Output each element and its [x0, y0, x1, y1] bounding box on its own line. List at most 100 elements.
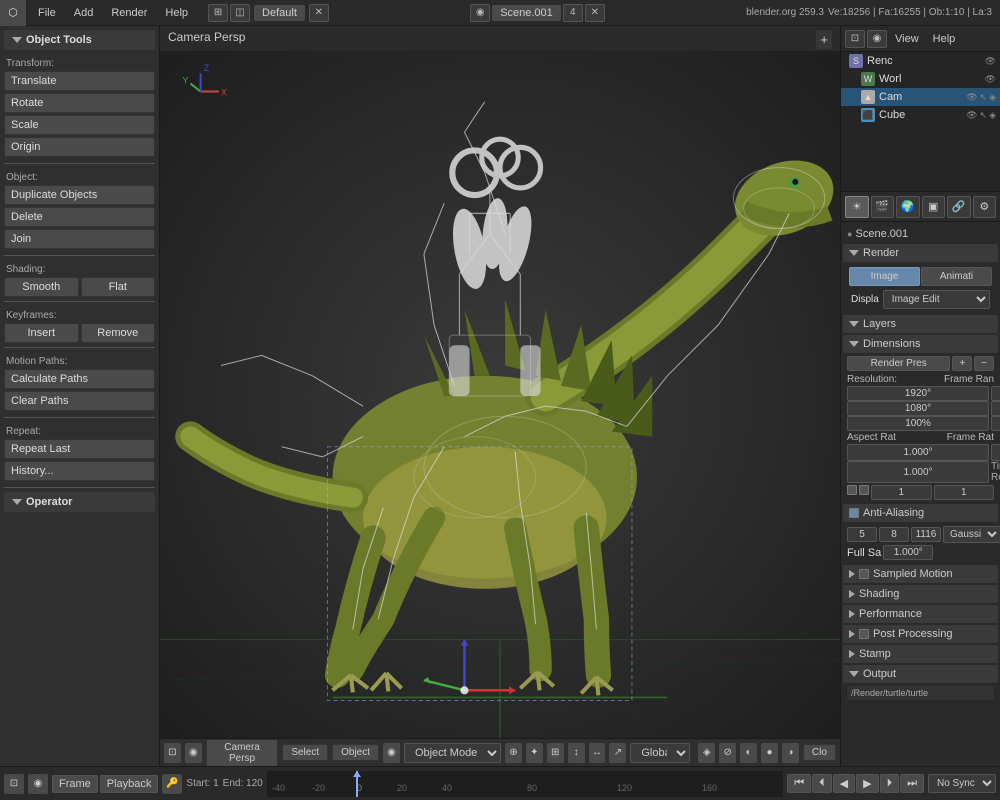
anti-aliasing-header[interactable]: Anti-Aliasing	[843, 504, 998, 522]
add-preset-button[interactable]: +	[952, 356, 972, 371]
timeline-icon2[interactable]: ◉	[28, 774, 48, 794]
outliner-item-cam[interactable]: ▲ Cam 👁 ↖ ◈	[841, 88, 1000, 106]
menu-add[interactable]: Add	[66, 5, 102, 21]
clear-paths-button[interactable]: Clear Paths	[4, 391, 155, 411]
frame-count[interactable]: 4	[563, 4, 583, 22]
next-frame-button[interactable]: ⏵	[880, 774, 900, 793]
view-menu-button[interactable]: Camera Persp	[206, 739, 279, 767]
manip2-icon[interactable]: ↔	[589, 743, 606, 763]
checkbox2[interactable]	[859, 485, 869, 495]
viewport-icon1[interactable]: ⊡	[164, 743, 181, 763]
manip3-icon[interactable]: ↗	[609, 743, 626, 763]
eye-icon2[interactable]: 👁	[985, 74, 996, 85]
delete-button[interactable]: Delete	[4, 207, 155, 227]
eye-icon[interactable]: 👁	[985, 56, 996, 67]
shading-props-header[interactable]: Shading	[843, 585, 998, 603]
right-help-label[interactable]: Help	[927, 31, 962, 47]
render-preset-button[interactable]: Render Pres	[847, 356, 950, 371]
join-button[interactable]: Join	[4, 229, 155, 249]
manip-icon[interactable]: ↕	[568, 743, 585, 763]
repeat-last-button[interactable]: Repeat Last	[4, 439, 155, 459]
res-pct-input[interactable]	[847, 416, 989, 431]
duplicate-button[interactable]: Duplicate Objects	[4, 185, 155, 205]
remove-button[interactable]: Remove	[81, 323, 156, 343]
scene-props-icon[interactable]: 🎬	[871, 196, 895, 218]
render-props-icon[interactable]: ☀	[845, 196, 869, 218]
render-cam-icon[interactable]: ◈	[989, 92, 996, 103]
viewport[interactable]: Camera Persp +	[160, 26, 840, 766]
pivot-icon[interactable]: ⊕	[505, 743, 522, 763]
timeline-area[interactable]: -40 -20 0 20 40 80 120 160 200 240 280	[267, 771, 784, 797]
overlay-icon[interactable]: ⊘	[719, 743, 736, 763]
smooth-button[interactable]: Smooth	[4, 277, 79, 297]
translate-button[interactable]: Translate	[4, 71, 155, 91]
anim-tab[interactable]: Animati	[921, 267, 992, 286]
rotate-button[interactable]: Rotate	[4, 93, 155, 113]
start-frame-input[interactable]	[991, 386, 1000, 401]
right-icon1[interactable]: ◉	[867, 30, 887, 48]
right-view-label[interactable]: View	[889, 31, 925, 47]
modifier-icon[interactable]: ⚙	[973, 196, 997, 218]
calculate-paths-button[interactable]: Calculate Paths	[4, 369, 155, 389]
sampled-motion-header[interactable]: Sampled Motion	[843, 565, 998, 583]
insert-button[interactable]: Insert	[4, 323, 79, 343]
viewport-icon2[interactable]: ◉	[185, 743, 202, 763]
frame-num-input[interactable]	[871, 485, 932, 500]
viewport-mat-icon[interactable]: ◑	[782, 743, 799, 763]
post-proc-checkbox[interactable]	[859, 629, 869, 639]
res-y-input[interactable]	[847, 401, 989, 416]
layers-header[interactable]: Layers	[843, 315, 998, 333]
output-header[interactable]: Output	[843, 665, 998, 683]
frame-num2-input[interactable]	[934, 485, 995, 500]
eye-icon4[interactable]: 👁	[966, 110, 977, 121]
viewport-maximize-button[interactable]: +	[816, 30, 832, 49]
viewport-solid-icon[interactable]: ●	[761, 743, 778, 763]
performance-header[interactable]: Performance	[843, 605, 998, 623]
stamp-header[interactable]: Stamp	[843, 645, 998, 663]
operator-section-header[interactable]: Operator	[4, 492, 155, 512]
playback-btn[interactable]: Playback	[100, 775, 159, 793]
constraints-icon[interactable]: 🔗	[947, 196, 971, 218]
jump-start-button[interactable]: ⏮	[787, 774, 811, 793]
checkbox1[interactable]	[847, 485, 857, 495]
scale-button[interactable]: Scale	[4, 115, 155, 135]
scene-add[interactable]: ✕	[585, 4, 605, 22]
snap-icon[interactable]: ✦	[526, 743, 543, 763]
timeline-icon[interactable]: ⊡	[4, 774, 24, 794]
play-reverse-button[interactable]: ◀	[833, 774, 855, 793]
play-button[interactable]: ▶	[856, 774, 878, 793]
sync-select[interactable]: No Sync	[928, 774, 996, 793]
aspect-y-input[interactable]	[847, 461, 989, 483]
object-menu-button[interactable]: Object	[332, 744, 379, 761]
displa-select[interactable]: Image Edit	[883, 290, 990, 309]
menu-render[interactable]: Render	[103, 5, 155, 21]
keying-icon[interactable]: 🔑	[162, 774, 182, 794]
layout-close[interactable]: ✕	[309, 4, 329, 22]
jump-end-button[interactable]: ⏭	[900, 774, 924, 793]
snap2-icon[interactable]: ⊞	[547, 743, 564, 763]
remove-preset-button[interactable]: −	[974, 356, 994, 371]
post-processing-header[interactable]: Post Processing	[843, 625, 998, 643]
menu-help[interactable]: Help	[157, 5, 196, 21]
origin-button[interactable]: Origin	[4, 137, 155, 157]
prev-frame-button[interactable]: ⏴	[812, 774, 832, 793]
history-button[interactable]: History...	[4, 461, 155, 481]
mode-select[interactable]: Object Mode	[404, 743, 501, 763]
aa-val3-input[interactable]	[911, 527, 941, 542]
scene-name-top[interactable]: Scene.001	[492, 5, 561, 21]
menu-file[interactable]: File	[30, 5, 64, 21]
fullsa-input[interactable]	[883, 545, 933, 560]
render-icon[interactable]: ◈	[698, 743, 715, 763]
dimensions-header[interactable]: Dimensions	[843, 335, 998, 353]
end-frame-input[interactable]	[991, 401, 1000, 416]
select-menu-button[interactable]: Select	[282, 744, 328, 761]
res-x-input[interactable]	[847, 386, 989, 401]
eye-icon3[interactable]: 👁	[966, 92, 977, 103]
transform-select[interactable]: Global	[630, 743, 690, 763]
close-viewport-button[interactable]: Clo	[803, 744, 836, 761]
image-tab[interactable]: Image	[849, 267, 920, 286]
world-props-icon[interactable]: 🌍	[896, 196, 920, 218]
fps-select[interactable]: 24 fps	[991, 444, 1000, 461]
render-section-header[interactable]: Render	[843, 244, 998, 262]
render-cube-icon[interactable]: ◈	[989, 110, 996, 121]
